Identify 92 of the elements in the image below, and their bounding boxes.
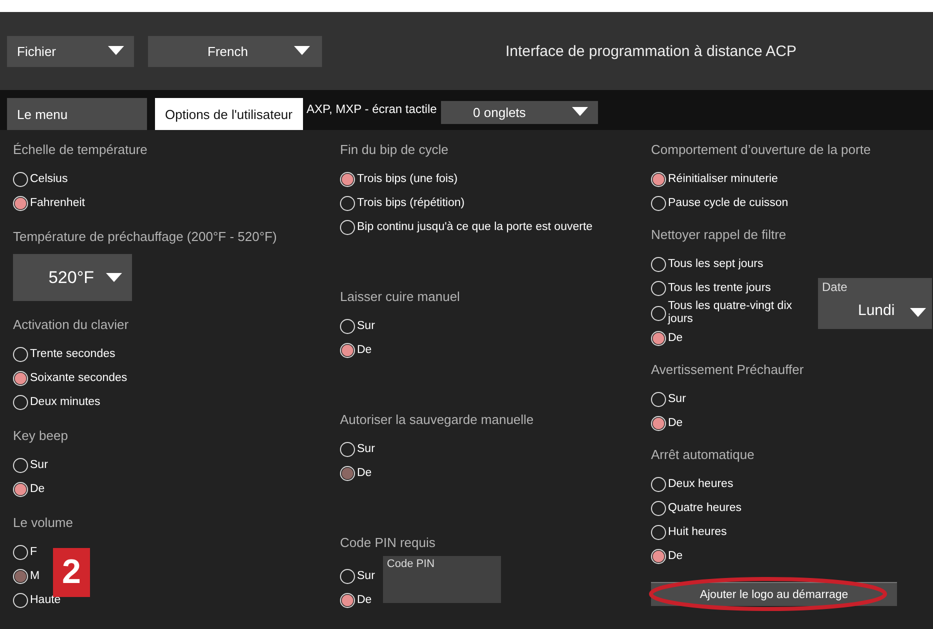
radio-button[interactable] <box>13 544 28 560</box>
option-label: Sur <box>357 570 375 582</box>
radio-button[interactable] <box>13 458 28 472</box>
file-dropdown[interactable]: Fichier <box>7 36 134 66</box>
option-label: Sur <box>668 392 686 406</box>
radio-button[interactable] <box>651 476 666 492</box>
date-dropdown[interactable]: Date Lundi <box>818 278 932 329</box>
option-label: Trente secondes <box>30 348 116 360</box>
section-heading: Température de préchauffage (200°F - 520°F) <box>13 229 278 246</box>
option-label: Quatre heures <box>668 502 742 514</box>
radio-button[interactable] <box>13 482 28 496</box>
option-label: Trois bips (une fois) <box>357 172 458 186</box>
option-label: F <box>30 546 38 558</box>
option-label: De <box>30 482 45 496</box>
option-label: Deux minutes <box>30 396 100 408</box>
option-label: Celsius <box>30 172 68 186</box>
radio-button[interactable] <box>13 394 28 410</box>
radio-button[interactable] <box>651 172 666 186</box>
radio-button[interactable] <box>651 306 666 320</box>
option-label: Sur <box>357 320 375 332</box>
pin-field[interactable]: Code PIN <box>382 556 501 603</box>
app-title: Interface de programmation à distance ACP <box>504 42 798 60</box>
caret-icon <box>910 308 926 318</box>
radio-button[interactable] <box>13 568 28 584</box>
radio-button[interactable] <box>651 500 666 516</box>
radio-button[interactable] <box>13 370 28 386</box>
option-label: Deux heures <box>668 478 734 490</box>
radio-button[interactable] <box>13 346 28 362</box>
caret-icon <box>108 46 124 56</box>
option-label: Sur <box>30 458 48 472</box>
callout-badge: 2 <box>53 548 90 597</box>
option-label: Réinitialiser minuterie <box>668 172 778 186</box>
option-label: Huit heures <box>668 526 727 538</box>
option-label: Soixante secondes <box>30 372 128 384</box>
radio-button[interactable] <box>13 592 28 608</box>
radio-button[interactable] <box>651 256 666 272</box>
radio-button[interactable] <box>651 392 666 406</box>
option-label: Tous les trente jours <box>668 282 771 294</box>
radio-button[interactable] <box>340 466 355 480</box>
section-heading: Fin du bip de cycle <box>340 142 450 159</box>
section-heading: Code PIN requis <box>340 535 436 552</box>
option-label: Fahrenheit <box>30 196 85 210</box>
tab[interactable]: Options de l'utilisateur <box>155 98 302 130</box>
date-value: Lundi <box>858 302 895 319</box>
radio-button[interactable] <box>651 548 666 564</box>
caret-icon <box>294 46 310 56</box>
radio-button[interactable] <box>651 330 666 346</box>
section-heading: Avertissement Préchauffer <box>651 362 805 379</box>
language-dropdown[interactable]: French <box>148 36 322 66</box>
caret-icon <box>572 107 588 117</box>
radio-button[interactable] <box>651 416 666 430</box>
radio-button[interactable] <box>651 524 666 540</box>
radio-button[interactable] <box>13 172 28 186</box>
option-label: De <box>357 344 372 356</box>
radio-button[interactable] <box>340 568 355 584</box>
option-label: De <box>357 594 372 606</box>
radio-button[interactable] <box>340 592 355 608</box>
option-label: Tous les quatre-vingt dix jours <box>668 300 794 326</box>
tabs-dropdown[interactable]: 0 onglets <box>440 100 598 124</box>
radio-button[interactable] <box>340 196 355 210</box>
date-label: Date <box>822 280 848 294</box>
tab[interactable]: Le menu <box>7 98 147 130</box>
section-heading: Autoriser la sauvegarde manuelle <box>340 412 535 429</box>
temperature-dropdown[interactable]: 520°F <box>13 254 132 301</box>
option-label: Sur <box>357 442 375 456</box>
section-heading: Échelle de température <box>13 142 148 159</box>
section-heading: Le volume <box>13 515 74 532</box>
caret-icon <box>106 272 122 282</box>
radio-button[interactable] <box>13 196 28 210</box>
section-heading: Arrêt automatique <box>651 447 756 464</box>
section-heading: Comportement d’ouverture de la porte <box>651 142 872 159</box>
radio-button[interactable] <box>340 318 355 334</box>
option-label: M <box>30 570 40 582</box>
section-heading: Laisser cuire manuel <box>340 289 461 306</box>
option-label: Tous les sept jours <box>668 258 764 270</box>
section-heading: Nettoyer rappel de filtre <box>651 227 788 244</box>
radio-button[interactable] <box>651 196 666 210</box>
section-heading: Activation du clavier <box>13 317 130 334</box>
option-label: De <box>357 466 372 480</box>
option-label: Trois bips (répétition) <box>357 196 465 210</box>
radio-button[interactable] <box>340 172 355 186</box>
radio-button[interactable] <box>651 280 666 296</box>
radio-button[interactable] <box>340 220 355 234</box>
option-label: Bip continu jusqu'à ce que la porte est ouverte <box>357 220 593 234</box>
option-label: De <box>668 416 683 430</box>
device-label: AXP, MXP - écran tactile <box>306 102 437 116</box>
option-label: De <box>668 550 683 562</box>
option-label: De <box>668 332 683 344</box>
radio-button[interactable] <box>340 342 355 358</box>
option-label: Pause cycle de cuisson <box>668 196 788 210</box>
section-heading: Key beep <box>13 428 69 445</box>
radio-button[interactable] <box>340 442 355 456</box>
